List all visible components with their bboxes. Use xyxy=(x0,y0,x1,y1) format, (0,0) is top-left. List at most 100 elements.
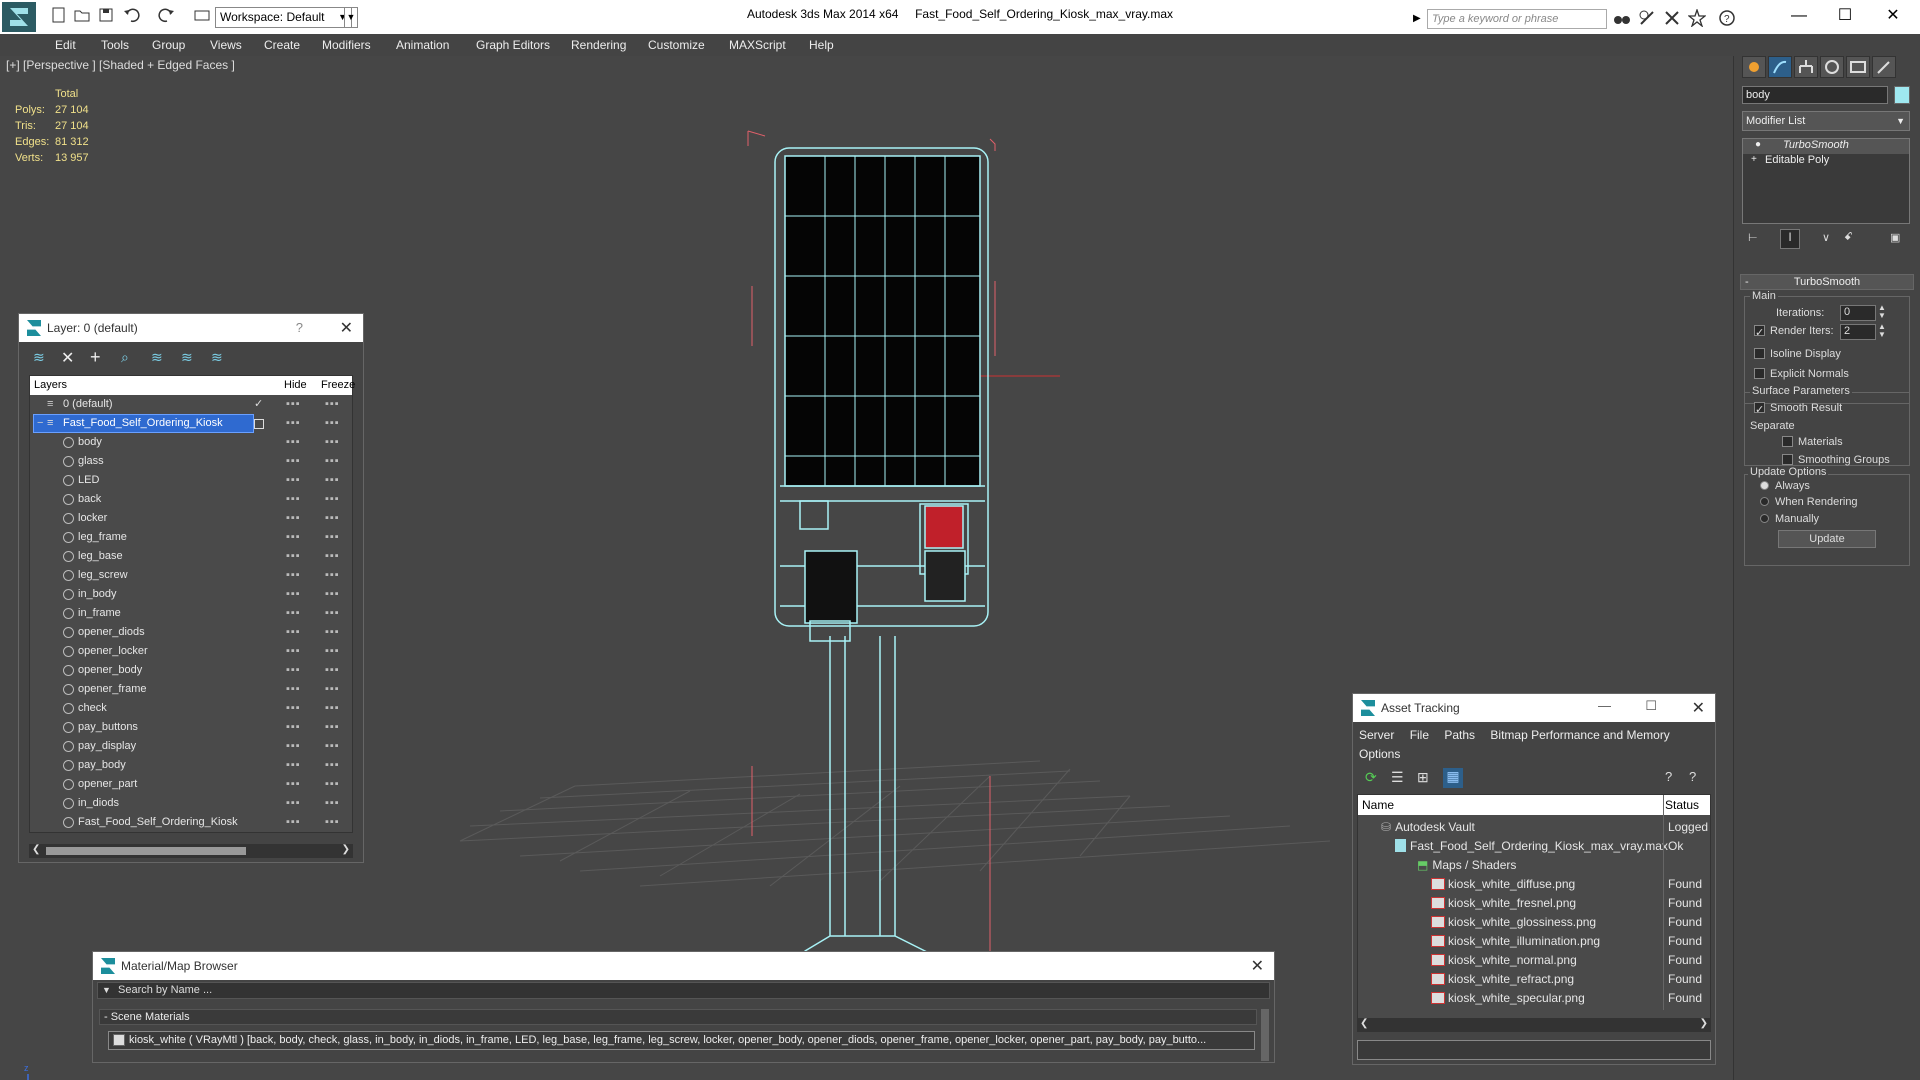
minimize-icon[interactable]: — xyxy=(1598,698,1611,713)
layers-titlebar[interactable]: Layer: 0 (default) ? ✕ xyxy=(19,314,363,342)
spinner-arrows-icon[interactable]: ▲ ▼ xyxy=(1878,304,1886,320)
hide-toggle[interactable]: ▪▪▪ xyxy=(286,699,301,718)
update-button[interactable]: Update xyxy=(1778,530,1876,548)
hide-toggle[interactable]: ▪▪▪ xyxy=(286,528,301,547)
close-icon[interactable]: ✕ xyxy=(340,318,353,338)
layer-object-row[interactable]: leg_screw ▪▪▪ ▪▪▪ xyxy=(33,566,353,585)
layer-object-row[interactable]: in_frame ▪▪▪ ▪▪▪ xyxy=(33,604,353,623)
hide-toggle[interactable]: ▪▪▪ xyxy=(286,680,301,699)
smoothing-groups-checkbox[interactable] xyxy=(1782,454,1793,465)
modify-tab-icon[interactable] xyxy=(1768,56,1792,78)
hide-toggle[interactable]: ▪▪▪ xyxy=(286,604,301,623)
help-tooltip-icon[interactable]: ? xyxy=(1689,769,1696,784)
freeze-toggle[interactable]: ▪▪▪ xyxy=(325,680,340,699)
layer-object-row[interactable]: opener_body ▪▪▪ ▪▪▪ xyxy=(33,661,353,680)
app-logo-icon[interactable] xyxy=(2,2,36,32)
smoothing-groups-row[interactable]: Smoothing Groups xyxy=(1782,454,1890,466)
vertical-scrollbar[interactable] xyxy=(1261,1009,1269,1061)
menu-help[interactable]: Help xyxy=(809,38,834,52)
material-item-kiosk-white[interactable]: kiosk_white ( VRayMtl ) [back, body, che… xyxy=(108,1031,1255,1050)
col-hide[interactable]: Hide xyxy=(284,379,307,391)
open-file-icon[interactable] xyxy=(73,6,91,24)
hide-toggle[interactable]: ▪▪▪ xyxy=(286,585,301,604)
explicit-normals-row[interactable]: Explicit Normals xyxy=(1754,368,1849,380)
hide-toggle[interactable]: ▪▪▪ xyxy=(286,471,301,490)
freeze-toggle[interactable]: ▪▪▪ xyxy=(325,775,340,794)
explicit-normals-checkbox[interactable] xyxy=(1754,368,1765,379)
layer-object-row[interactable]: opener_frame ▪▪▪ ▪▪▪ xyxy=(33,680,353,699)
render-iters-row[interactable]: ✓ Render Iters: xyxy=(1754,325,1834,339)
hide-toggle[interactable]: ▪▪▪ xyxy=(286,490,301,509)
layer-object-row[interactable]: LED ▪▪▪ ▪▪▪ xyxy=(33,471,353,490)
layer-row-default[interactable]: ≡ 0 (default) ✓ ▪▪▪ ▪▪▪ xyxy=(33,395,353,414)
freeze-toggle[interactable]: ▪▪▪ xyxy=(325,585,340,604)
freeze-toggle[interactable]: ▪▪▪ xyxy=(325,433,340,452)
freeze-toggle[interactable]: ▪▪▪ xyxy=(325,395,340,414)
hide-toggle[interactable]: ▪▪▪ xyxy=(286,718,301,737)
freeze-toggle[interactable]: ▪▪▪ xyxy=(325,509,340,528)
rollout-header[interactable]: - TurboSmooth xyxy=(1740,274,1914,290)
maximize-button[interactable]: ☐ xyxy=(1822,4,1868,28)
materials-checkbox[interactable] xyxy=(1782,436,1793,447)
isoline-checkbox[interactable] xyxy=(1754,348,1765,359)
col-layers[interactable]: Layers xyxy=(34,379,67,391)
select-objects-icon[interactable]: ⌕ xyxy=(121,349,129,366)
hide-toggle[interactable]: ▪▪▪ xyxy=(286,452,301,471)
layer-object-row[interactable]: leg_base ▪▪▪ ▪▪▪ xyxy=(33,547,353,566)
menu-server[interactable]: Server xyxy=(1359,728,1394,742)
list-view-icon[interactable]: ☰ xyxy=(1391,769,1404,786)
layer-object-row[interactable]: in_body ▪▪▪ ▪▪▪ xyxy=(33,585,353,604)
menu-edit[interactable]: Edit xyxy=(55,38,76,52)
menu-paths[interactable]: Paths xyxy=(1444,728,1475,742)
maximize-icon[interactable]: ☐ xyxy=(1645,698,1657,714)
freeze-toggle[interactable]: ▪▪▪ xyxy=(325,452,340,471)
help-icon[interactable]: ? xyxy=(1718,9,1736,27)
menu-file[interactable]: File xyxy=(1410,728,1429,742)
column-separator[interactable] xyxy=(1663,795,1664,1010)
asset-row[interactable]: kiosk_white_refract.png Found xyxy=(1357,970,1715,989)
configure-sets-icon[interactable]: ▣ xyxy=(1890,231,1900,244)
material-browser-titlebar[interactable]: Material/Map Browser ✕ xyxy=(93,952,1274,980)
scene-materials-header[interactable]: - Scene Materials xyxy=(99,1009,1257,1025)
when-rendering-radio[interactable] xyxy=(1760,497,1769,506)
display-tab-icon[interactable] xyxy=(1846,56,1870,78)
close-icon[interactable]: ✕ xyxy=(1692,698,1705,718)
hide-all-layers-icon[interactable]: ≋ xyxy=(181,349,193,366)
freeze-toggle[interactable]: ▪▪▪ xyxy=(325,528,340,547)
col-name[interactable]: Name xyxy=(1362,798,1394,812)
hide-toggle[interactable]: ▪▪▪ xyxy=(286,737,301,756)
freeze-all-layers-icon[interactable]: ≋ xyxy=(211,349,223,366)
asset-row[interactable]: Fast_Food_Self_Ordering_Kiosk_max_vray.m… xyxy=(1357,837,1715,856)
hide-toggle[interactable]: ▪▪▪ xyxy=(286,661,301,680)
scroll-right-icon[interactable]: ❯ xyxy=(1700,1018,1708,1029)
utilities-tab-icon[interactable] xyxy=(1872,56,1896,78)
asset-row[interactable]: kiosk_white_specular.png Found xyxy=(1357,989,1715,1008)
pin-stack-icon[interactable]: ⊢ xyxy=(1748,231,1758,244)
hide-toggle[interactable]: ▪▪▪ xyxy=(286,813,301,832)
active-layer-box-icon[interactable] xyxy=(254,419,264,429)
menu-maxscript[interactable]: MAXScript xyxy=(729,38,786,52)
hide-toggle[interactable]: ▪▪▪ xyxy=(286,623,301,642)
table-view-icon[interactable]: ▦ xyxy=(1443,768,1463,788)
redo-icon[interactable] xyxy=(158,6,176,24)
smooth-result-checkbox[interactable]: ✓ xyxy=(1754,402,1765,416)
collapse-icon[interactable]: − xyxy=(37,414,43,433)
binoculars-icon[interactable] xyxy=(1613,9,1631,27)
freeze-toggle[interactable]: ▪▪▪ xyxy=(325,813,340,832)
hierarchy-tab-icon[interactable] xyxy=(1794,56,1818,78)
layer-object-row[interactable]: body ▪▪▪ ▪▪▪ xyxy=(33,433,353,452)
layer-object-row[interactable]: check ▪▪▪ ▪▪▪ xyxy=(33,699,353,718)
scroll-right-icon[interactable]: ❯ xyxy=(342,844,350,855)
favorites-star-icon[interactable] xyxy=(1687,7,1707,28)
modifier-stack-item[interactable]: ● TurboSmooth xyxy=(1743,139,1909,154)
delete-layer-icon[interactable]: ✕ xyxy=(61,348,74,368)
freeze-toggle[interactable]: ▪▪▪ xyxy=(325,737,340,756)
freeze-toggle[interactable]: ▪▪▪ xyxy=(325,604,340,623)
always-row[interactable]: Always xyxy=(1760,480,1810,492)
layer-object-row[interactable]: in_diods ▪▪▪ ▪▪▪ xyxy=(33,794,353,813)
expand-plus-icon[interactable]: + xyxy=(1751,154,1757,165)
layer-object-row[interactable]: pay_body ▪▪▪ ▪▪▪ xyxy=(33,756,353,775)
manually-radio[interactable] xyxy=(1760,514,1769,523)
render-iters-checkbox[interactable]: ✓ xyxy=(1754,325,1765,339)
project-folder-icon[interactable] xyxy=(193,6,211,24)
